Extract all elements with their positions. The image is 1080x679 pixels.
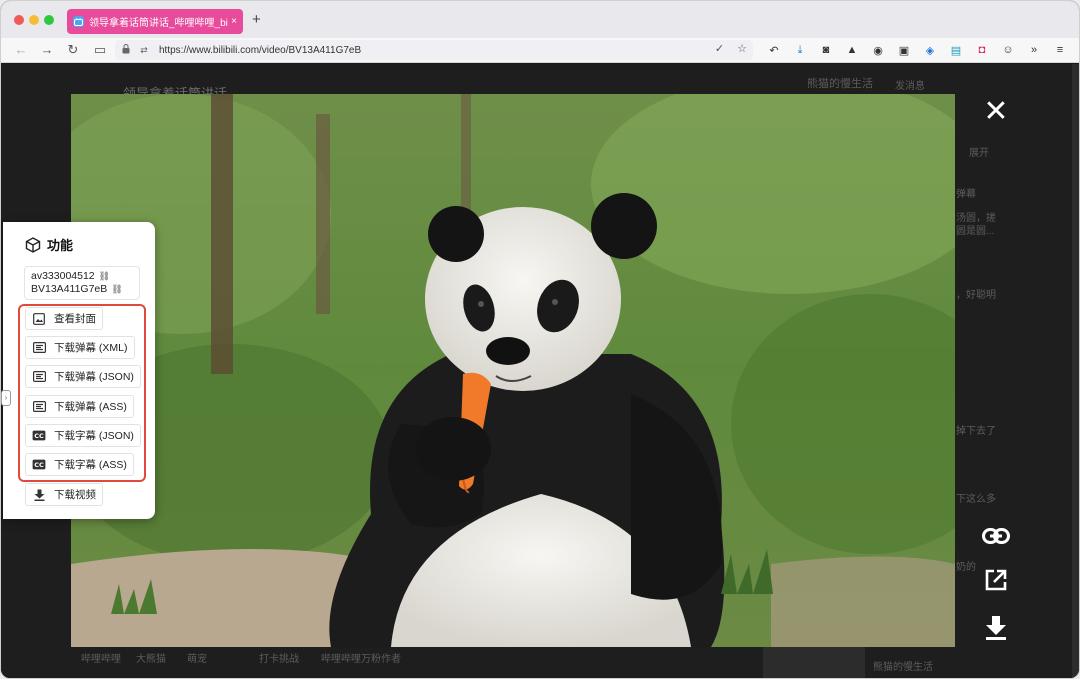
container-icon[interactable]: ▣ [891,44,917,57]
download-subtitle-json-button[interactable]: CC 下载字幕 (JSON) [25,424,141,447]
tab-title: 领导拿着话筒讲话_哔哩哔哩_bilibili [89,18,228,29]
browser-window: 领导拿着话筒讲话_哔哩哔哩_bilibili × + ← → ↻ ▭ ⇄ htt… [0,0,1080,679]
pocket-icon[interactable]: ◘ [969,44,995,56]
face-icon[interactable]: ☺ [995,44,1021,56]
button-label: 下载弹幕 (XML) [54,342,128,354]
image-download-icon[interactable] [980,612,1012,644]
lock-icon [119,44,133,56]
scrollbar[interactable] [1072,64,1079,678]
fragment-8: 奶的 [956,562,976,573]
button-label: 下载视频 [54,489,96,501]
panel-toggle-handle[interactable]: › [1,390,11,406]
tag-2[interactable]: 大熊猫 [136,650,166,665]
button-label: 查看封面 [54,313,96,325]
download-danmaku-json-button[interactable]: 下载弹幕 (JSON) [25,365,141,388]
viewer-close-button[interactable]: ✕ [981,97,1011,128]
history-undo-icon[interactable]: ↶ [761,44,787,57]
link-icon[interactable]: ⛓ [99,270,110,283]
button-label: 下载字幕 (JSON) [54,430,134,442]
bv-id: BV13A411G7eB [31,283,108,295]
new-tab-button[interactable]: + [252,12,261,27]
open-external-icon[interactable] [980,564,1012,596]
browser-tab[interactable]: 领导拿着话筒讲话_哔哩哔哩_bilibili × [67,9,243,34]
download-subtitle-ass-button[interactable]: CC 下载字幕 (ASS) [25,453,134,476]
url-text: https://www.bilibili.com/video/BV13A411G… [159,44,362,56]
cover-image [71,94,955,647]
fragment-6: 掉下去了 [956,426,996,437]
function-panel: 功能 av333004512 ⛓ BV13A411G7eB ⛓ 查看封面 下载弹… [3,222,155,519]
permissions-icon[interactable]: ⇄ [137,45,151,56]
cc-icon: CC [32,459,46,471]
recommend-uploader[interactable]: 熊猫的慢生活 [873,658,933,673]
link-icon[interactable]: ⛓ [111,283,122,296]
title-bar: 领导拿着话筒讲话_哔哩哔哩_bilibili × + [1,1,1079,38]
fragment-4: 圆是圆... [956,226,995,237]
url-actions: ✓ ☆ [705,42,747,55]
sidebar-toggle-button[interactable]: ▭ [91,41,109,59]
fragment-1: 展开 [969,148,989,159]
view-cover-button[interactable]: 查看封面 [25,307,103,330]
forward-button[interactable]: → [38,41,56,59]
message-link[interactable]: 发消息 [895,77,925,92]
recommend-thumbnail[interactable] [763,647,865,678]
danmaku-icon [32,371,46,383]
image-icon [32,312,46,325]
download-icon [32,489,46,501]
download-danmaku-ass-button[interactable]: 下载弹幕 (ASS) [25,395,134,418]
navigation-bar: ← → ↻ ▭ ⇄ https://www.bilibili.com/video… [1,38,1079,63]
reload-button[interactable]: ↻ [64,41,82,59]
button-label: 下载弹幕 (ASS) [54,401,127,413]
tag-1[interactable]: 哔哩哔哩 [81,650,121,665]
address-bar[interactable]: ⇄ https://www.bilibili.com/video/BV13A41… [115,40,753,60]
av-id: av333004512 [31,270,95,282]
bv-id-row[interactable]: BV13A411G7eB ⛓ [31,283,133,296]
danmaku-icon [32,342,46,354]
download-danmaku-xml-button[interactable]: 下载弹幕 (XML) [25,336,135,359]
fragment-7: 下这么多 [956,494,996,505]
tag-5[interactable]: 哔哩哔哩万粉作者 [321,650,401,665]
circle-icon[interactable]: ◉ [865,44,891,57]
fragment-5: ，好聪明 [956,290,996,301]
menu-icon[interactable]: ≡ [1047,44,1073,56]
rocket-icon[interactable]: ▲ [839,44,865,56]
video-id-box: av333004512 ⛓ BV13A411G7eB ⛓ [24,266,140,300]
close-window-button[interactable] [14,15,24,25]
fragment-2: 弹幕 [956,189,976,200]
reader-check-icon[interactable]: ✓ [715,43,724,55]
download-video-button[interactable]: 下载视频 [25,483,103,506]
overflow-icon[interactable]: » [1021,44,1047,56]
maximize-window-button[interactable] [44,15,54,25]
download-icon[interactable]: ⤓ [787,44,813,57]
tag-3[interactable]: 萌宠 [187,650,207,665]
av-id-row[interactable]: av333004512 ⛓ [31,270,133,283]
cube-icon [25,236,41,253]
tab-close-icon[interactable]: × [231,16,237,27]
cc-icon: CC [32,430,46,442]
tag-4[interactable]: 打卡挑战 [259,650,299,665]
back-button[interactable]: ← [12,41,30,59]
button-label: 下载字幕 (ASS) [54,459,127,471]
button-label: 下载弹幕 (JSON) [54,371,134,383]
uploader-name[interactable]: 熊猫的慢生活 [807,75,873,91]
panel-title: 功能 [47,238,74,253]
page-content: 领导拿着话筒讲话 熊猫的慢生活 发消息 展开 弹幕 汤圆，搓 圆是圆... ，好… [1,64,1079,678]
copy-link-icon[interactable] [980,520,1012,552]
camera-icon[interactable]: ◙ [813,44,839,56]
save-icon[interactable]: ▤ [943,44,969,57]
danmaku-icon [32,401,46,413]
bilibili-tv-icon [73,16,84,27]
bitwarden-icon[interactable]: ◈ [917,44,943,57]
toolbar-icons: ↶ ⤓ ◙ ▲ ◉ ▣ ◈ ▤ ◘ ☺ » ≡ [761,41,1073,59]
panel-header: 功能 [25,235,73,254]
bookmark-star-icon[interactable]: ☆ [737,43,747,55]
svg-text:CC: CC [34,461,44,469]
minimize-window-button[interactable] [29,15,39,25]
svg-text:CC: CC [34,432,44,440]
